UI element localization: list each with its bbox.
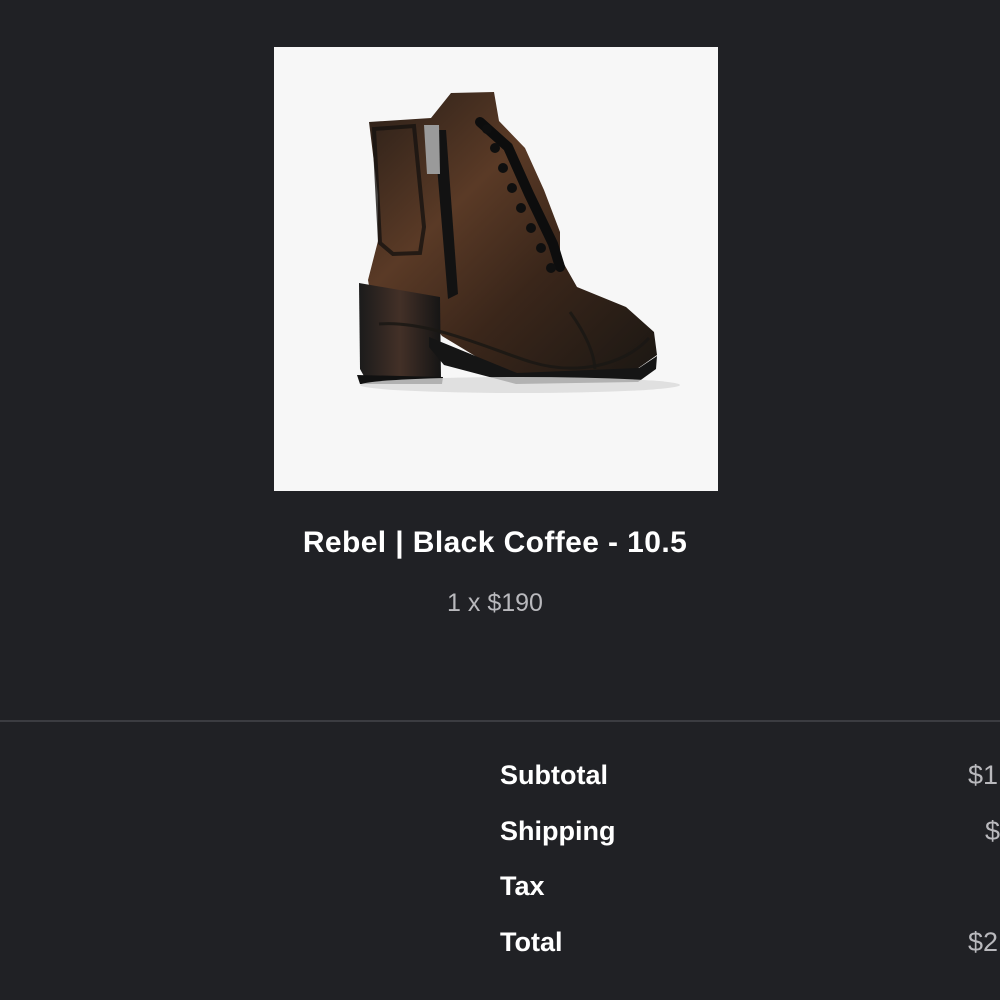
product-quantity-price: 1 x $190 [447,589,543,617]
product-image [274,47,718,491]
total-label: Total [500,927,563,957]
boot-product-photo [274,47,718,491]
subtotal-label: Subtotal [500,760,608,790]
total-value: $2 [968,927,999,957]
tax-label: Tax [500,871,545,901]
subtotal-value: $1 [968,760,999,790]
summary-divider [0,720,1000,722]
order-confirmation-screen: Rebel | Black Coffee - 10.5 1 x $190 Sub… [0,0,1000,1000]
shipping-label: Shipping [500,816,616,846]
shipping-value: $ [985,816,1000,846]
product-title: Rebel | Black Coffee - 10.5 [302,526,688,559]
